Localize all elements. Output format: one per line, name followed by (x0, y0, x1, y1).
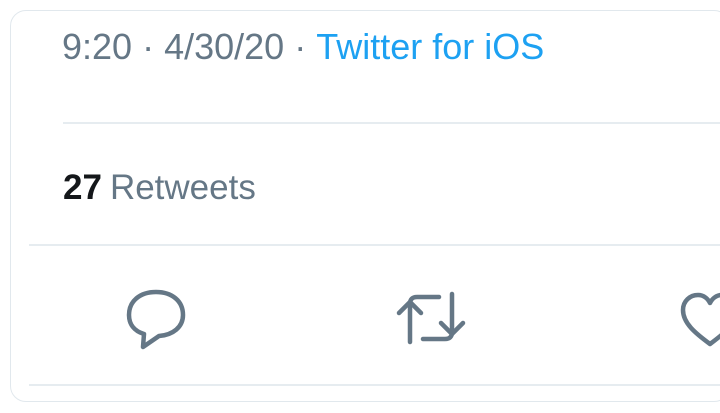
retweet-button[interactable] (396, 286, 466, 350)
tweet-card: 9:20 · 4/30/20 · Twitter for iOS 27 Retweets (10, 10, 720, 402)
tweet-source-link[interactable]: Twitter for iOS (316, 26, 544, 67)
retweet-label: Retweets (109, 168, 256, 207)
reply-button[interactable] (121, 286, 191, 350)
divider (29, 384, 720, 386)
reply-icon (126, 289, 186, 350)
divider (29, 244, 720, 246)
heart-icon (680, 292, 720, 347)
retweet-icon (396, 291, 466, 345)
like-button[interactable] (675, 286, 720, 350)
divider (63, 122, 720, 124)
tweet-time: 9:20 (62, 26, 133, 67)
retweet-count: 27 (63, 168, 102, 207)
retweets-stat[interactable]: 27 Retweets (63, 167, 256, 209)
separator-dot: · (294, 26, 307, 67)
tweet-date[interactable]: 4/30/20 (164, 26, 284, 67)
tweet-metadata: 9:20 · 4/30/20 · Twitter for iOS (62, 25, 544, 69)
separator-dot: · (142, 26, 155, 67)
